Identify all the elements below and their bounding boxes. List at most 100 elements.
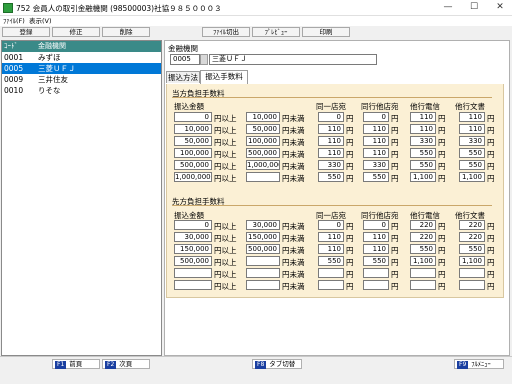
same-branch-fee-field[interactable]: 110: [318, 244, 344, 254]
other-bank-tel-fee-field[interactable]: [410, 268, 436, 278]
other-bank-tel-fee-field[interactable]: 220: [410, 232, 436, 242]
f8-tab-switch-button[interactable]: F8 タブ切替: [252, 359, 302, 369]
other-bank-doc-fee-field[interactable]: 550: [459, 148, 485, 158]
maximize-button[interactable]: ☐: [462, 0, 486, 16]
amount-from-field[interactable]: 100,000: [174, 148, 212, 158]
other-bank-doc-fee-field[interactable]: 1,100: [459, 172, 485, 182]
amount-to-field[interactable]: 50,000: [246, 124, 280, 134]
amount-to-field[interactable]: 100,000: [246, 136, 280, 146]
amount-to-field[interactable]: 10,000: [246, 112, 280, 122]
print-button[interactable]: 印刷: [302, 27, 350, 37]
bank-code-field[interactable]: 0005: [170, 54, 200, 65]
other-bank-doc-fee-field[interactable]: 110: [459, 124, 485, 134]
other-bank-doc-fee-field[interactable]: 550: [459, 244, 485, 254]
other-bank-doc-fee-field[interactable]: 110: [459, 112, 485, 122]
amount-from-field[interactable]: 500,000: [174, 160, 212, 170]
amount-from-field[interactable]: 10,000: [174, 124, 212, 134]
unit-from-label: 円以上: [214, 138, 237, 147]
other-bank-tel-fee-field[interactable]: 550: [410, 148, 436, 158]
other-branch-fee-field[interactable]: 110: [363, 244, 389, 254]
other-bank-doc-fee-field[interactable]: [459, 268, 485, 278]
other-bank-tel-fee-field[interactable]: 550: [410, 244, 436, 254]
same-branch-fee-field[interactable]: 0: [318, 220, 344, 230]
other-branch-fee-field[interactable]: 550: [363, 256, 389, 266]
amount-from-field[interactable]: 0: [174, 112, 212, 122]
same-branch-fee-field[interactable]: 0: [318, 112, 344, 122]
amount-to-field[interactable]: [246, 172, 280, 182]
bank-lookup-button[interactable]: [200, 54, 208, 65]
same-branch-fee-field[interactable]: 330: [318, 160, 344, 170]
other-branch-fee-field[interactable]: 110: [363, 148, 389, 158]
other-bank-tel-fee-field[interactable]: 550: [410, 160, 436, 170]
same-branch-fee-field[interactable]: [318, 280, 344, 290]
amount-from-field[interactable]: 30,000: [174, 232, 212, 242]
yen-label: 円: [438, 282, 446, 291]
other-branch-fee-field[interactable]: [363, 280, 389, 290]
same-branch-fee-field[interactable]: 110: [318, 148, 344, 158]
other-branch-fee-field[interactable]: 110: [363, 124, 389, 134]
amount-to-field[interactable]: 500,000: [246, 244, 280, 254]
yen-label: 円: [391, 174, 399, 183]
preview-button[interactable]: ﾌﾟﾚﾋﾞｭｰ: [252, 27, 300, 37]
register-button[interactable]: 登録: [2, 27, 50, 37]
other-bank-tel-fee-field[interactable]: 1,100: [410, 172, 436, 182]
file-export-button[interactable]: ﾌｧｲﾙ切出: [202, 27, 250, 37]
same-branch-fee-field[interactable]: 110: [318, 232, 344, 242]
amount-from-field[interactable]: [174, 280, 212, 290]
amount-to-field[interactable]: 150,000: [246, 232, 280, 242]
amount-from-field[interactable]: 150,000: [174, 244, 212, 254]
window-title: 752 会員人の取引金融機関 (98500003)社協９８５０００３: [16, 4, 222, 13]
f2-next-page-button[interactable]: F2 次頁: [102, 359, 150, 369]
list-item[interactable]: 0001 みずほ: [2, 52, 161, 63]
amount-from-field[interactable]: 0: [174, 220, 212, 230]
other-bank-doc-fee-field[interactable]: 220: [459, 220, 485, 230]
list-item[interactable]: 0009 三井住友: [2, 74, 161, 85]
same-branch-fee-field[interactable]: 550: [318, 256, 344, 266]
other-bank-doc-fee-field[interactable]: 550: [459, 160, 485, 170]
amount-from-field[interactable]: 50,000: [174, 136, 212, 146]
other-bank-tel-fee-field[interactable]: [410, 280, 436, 290]
other-branch-fee-field[interactable]: 330: [363, 160, 389, 170]
minimize-button[interactable]: —: [436, 0, 460, 16]
same-branch-fee-field[interactable]: 110: [318, 136, 344, 146]
other-branch-fee-field[interactable]: [363, 268, 389, 278]
amount-to-field[interactable]: 500,000: [246, 148, 280, 158]
other-branch-fee-field[interactable]: 0: [363, 112, 389, 122]
amount-from-field[interactable]: 1,000,000: [174, 172, 212, 182]
f9-full-menu-button[interactable]: F9 ﾌﾙﾒﾆｭｰ: [454, 359, 504, 369]
f1-prev-page-button[interactable]: F1 前頁: [52, 359, 100, 369]
amount-to-field[interactable]: [246, 280, 280, 290]
other-bank-tel-fee-field[interactable]: 1,100: [410, 256, 436, 266]
other-branch-fee-field[interactable]: 110: [363, 136, 389, 146]
edit-button[interactable]: 修正: [52, 27, 100, 37]
other-bank-doc-fee-field[interactable]: 1,100: [459, 256, 485, 266]
tab-transfer-fee[interactable]: 振込手数料: [200, 70, 248, 84]
list-item[interactable]: 0010 りそな: [2, 85, 161, 96]
other-bank-tel-fee-field[interactable]: 220: [410, 220, 436, 230]
same-branch-fee-field[interactable]: [318, 268, 344, 278]
menu-view[interactable]: 表示(V): [29, 16, 52, 26]
other-bank-tel-fee-field[interactable]: 110: [410, 124, 436, 134]
amount-from-field[interactable]: [174, 268, 212, 278]
amount-to-field[interactable]: [246, 256, 280, 266]
close-button[interactable]: ✕: [488, 0, 512, 16]
other-bank-tel-fee-field[interactable]: 110: [410, 112, 436, 122]
other-branch-fee-field[interactable]: 0: [363, 220, 389, 230]
other-branch-fee-field[interactable]: 110: [363, 232, 389, 242]
delete-button[interactable]: 削除: [102, 27, 150, 37]
tab-transfer-method[interactable]: 振込方法: [166, 71, 200, 83]
bank-list[interactable]: ｺｰﾄﾞ 金融機関 0001 みずほ 0005 三菱ＵＦＪ 0009 三井住友 …: [1, 40, 162, 356]
same-branch-fee-field[interactable]: 550: [318, 172, 344, 182]
other-bank-doc-fee-field[interactable]: 220: [459, 232, 485, 242]
amount-to-field[interactable]: 30,000: [246, 220, 280, 230]
amount-from-field[interactable]: 500,000: [174, 256, 212, 266]
other-bank-tel-fee-field[interactable]: 330: [410, 136, 436, 146]
menu-file[interactable]: ﾌｧｲﾙ(F): [3, 16, 25, 26]
same-branch-fee-field[interactable]: 110: [318, 124, 344, 134]
other-bank-doc-fee-field[interactable]: [459, 280, 485, 290]
amount-to-field[interactable]: 1,000,000: [246, 160, 280, 170]
amount-to-field[interactable]: [246, 268, 280, 278]
list-item-selected[interactable]: 0005 三菱ＵＦＪ: [2, 63, 161, 74]
other-bank-doc-fee-field[interactable]: 330: [459, 136, 485, 146]
other-branch-fee-field[interactable]: 550: [363, 172, 389, 182]
